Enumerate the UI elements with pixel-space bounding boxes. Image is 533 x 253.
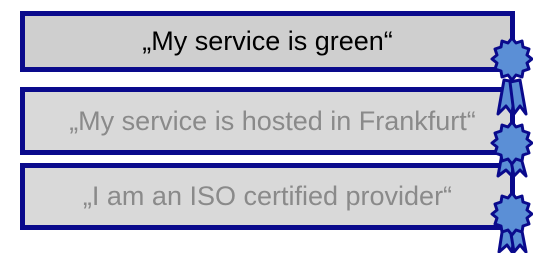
rosette-award-icon	[490, 191, 533, 253]
claim-box-green: „My service is green“	[20, 11, 515, 72]
claim-box-frankfurt: „My service is hosted in Frankfurt“	[20, 87, 515, 155]
rosette-award-icon	[490, 36, 533, 116]
claim-text-frankfurt: „My service is hosted in Frankfurt“	[69, 105, 476, 136]
claim-box-iso: „I am an ISO certified provider“	[20, 163, 515, 230]
rosette-award-icon	[490, 120, 533, 178]
claim-text-green: „My service is green“	[142, 26, 393, 56]
claim-text-iso: „I am an ISO certified provider“	[82, 181, 453, 211]
